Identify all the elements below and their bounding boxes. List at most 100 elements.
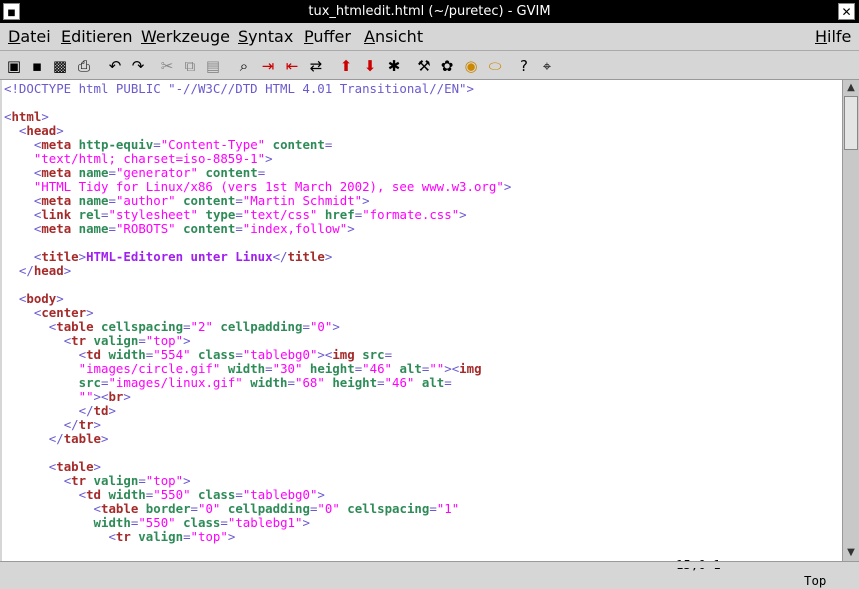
menu-datei[interactable]: Datei [8,27,51,46]
code-token: > [78,249,87,264]
close-button[interactable]: ✕ [838,3,855,20]
code-token: = [138,473,146,488]
code-token: html [11,109,42,124]
code-token: > [108,403,116,418]
code-token: rel [78,207,102,222]
code-token: > [41,109,49,124]
menu-ansicht[interactable]: Ansicht [364,27,423,46]
code-line: </table> [4,431,109,446]
menu-puffer[interactable]: Puffer [304,27,351,46]
find-next-icon[interactable]: ⇥ [258,56,278,76]
code-token: = [257,165,266,180]
code-token: tr [71,333,87,348]
menu-editieren[interactable]: Editieren [61,27,132,46]
open-icon[interactable]: ▣ [4,56,24,76]
scroll-position: Top [804,573,827,588]
code-token: </ [272,249,288,264]
code-line: <meta http-equiv="Content-Type" content= [4,138,332,152]
load-session-icon[interactable]: ⬆ [336,56,356,76]
find-icon[interactable]: ⌕ [234,56,254,76]
code-token: "images/circle.gif" [78,361,221,376]
tags-icon[interactable]: ✿ [437,56,457,76]
menu-hilfe[interactable]: Hilfe [815,27,851,46]
code-token: "" [429,361,445,376]
code-token: = [235,221,243,236]
window-title: tux_htmledit.html (~/puretec) - GVIM [308,4,551,19]
code-token: width [108,347,146,362]
make-icon[interactable]: ⚒ [414,56,434,76]
status-line: 15,0-1 Top [0,541,840,588]
code-token: "tablebg0" [242,347,318,362]
code-token: "author" [115,193,176,208]
save-all-icon[interactable]: ▩ [50,56,70,76]
code-line: </td> [4,404,116,418]
code-token: alt [399,361,422,376]
code-token: > [302,515,310,530]
code-token: name [78,221,109,236]
code-token: "Martin Schmidt" [242,193,363,208]
scroll-thumb[interactable] [844,96,858,150]
code-token: > [503,179,512,194]
code-line: "images/circle.gif" width="30" height="4… [4,362,482,376]
code-line: <body> [4,292,64,306]
menu-syntax[interactable]: Syntax [238,27,293,46]
save-session-icon[interactable]: ⬇ [360,56,380,76]
paste-icon[interactable]: ▤ [203,56,223,76]
code-token: alt [421,375,445,390]
code-line: "HTML Tidy for Linux/x86 (vers 1st March… [4,180,511,194]
code-token: = [302,319,310,334]
redo-icon[interactable]: ↷ [128,56,148,76]
run-script-icon[interactable]: ✱ [384,56,404,76]
undo-icon[interactable]: ↶ [105,56,125,76]
copy-icon[interactable]: ⧉ [180,56,200,76]
code-token: "0" [317,501,340,516]
help-icon[interactable]: ? [514,56,534,76]
code-token: height [309,361,355,376]
print-icon[interactable]: ⎙ [74,56,94,76]
code-token: width [108,487,146,502]
find-help-icon[interactable]: ⌖ [537,56,557,76]
code-token: title [287,249,325,264]
make-tags-icon[interactable]: ⬭ [485,56,505,76]
cut-icon[interactable]: ✂ [157,56,177,76]
code-token: "2" [190,319,213,334]
code-token: = [190,501,199,516]
save-icon[interactable]: ▪ [27,56,47,76]
code-token: "68" [295,375,325,390]
code-token: content [183,193,236,208]
replace-icon[interactable]: ⇄ [306,56,326,76]
menu-werkzeuge[interactable]: Werkzeuge [141,27,230,46]
code-token: = [235,207,243,222]
vertical-scrollbar[interactable]: ▲ ▼ [842,80,859,561]
code-token: "" [78,389,94,404]
code-token: "HTML Tidy for Linux/x86 (vers 1st March… [33,179,504,194]
code-line: <table cellspacing="2" cellpadding="0"> [4,320,340,334]
code-token: > [362,193,370,208]
find-prev-icon[interactable]: ⇤ [282,56,302,76]
shell-icon[interactable]: ◉ [461,56,481,76]
code-token: table [101,501,139,516]
scroll-up-icon[interactable]: ▲ [843,80,859,96]
code-token: width [250,375,288,390]
text-editor[interactable]: <!DOCTYPE html PUBLIC "-//W3C//DTD HTML … [2,80,842,561]
scroll-down-icon[interactable]: ▼ [843,545,859,561]
code-token: >< [444,361,460,376]
code-token: type [205,207,236,222]
code-token: td [86,347,101,362]
code-token: src [78,375,101,390]
